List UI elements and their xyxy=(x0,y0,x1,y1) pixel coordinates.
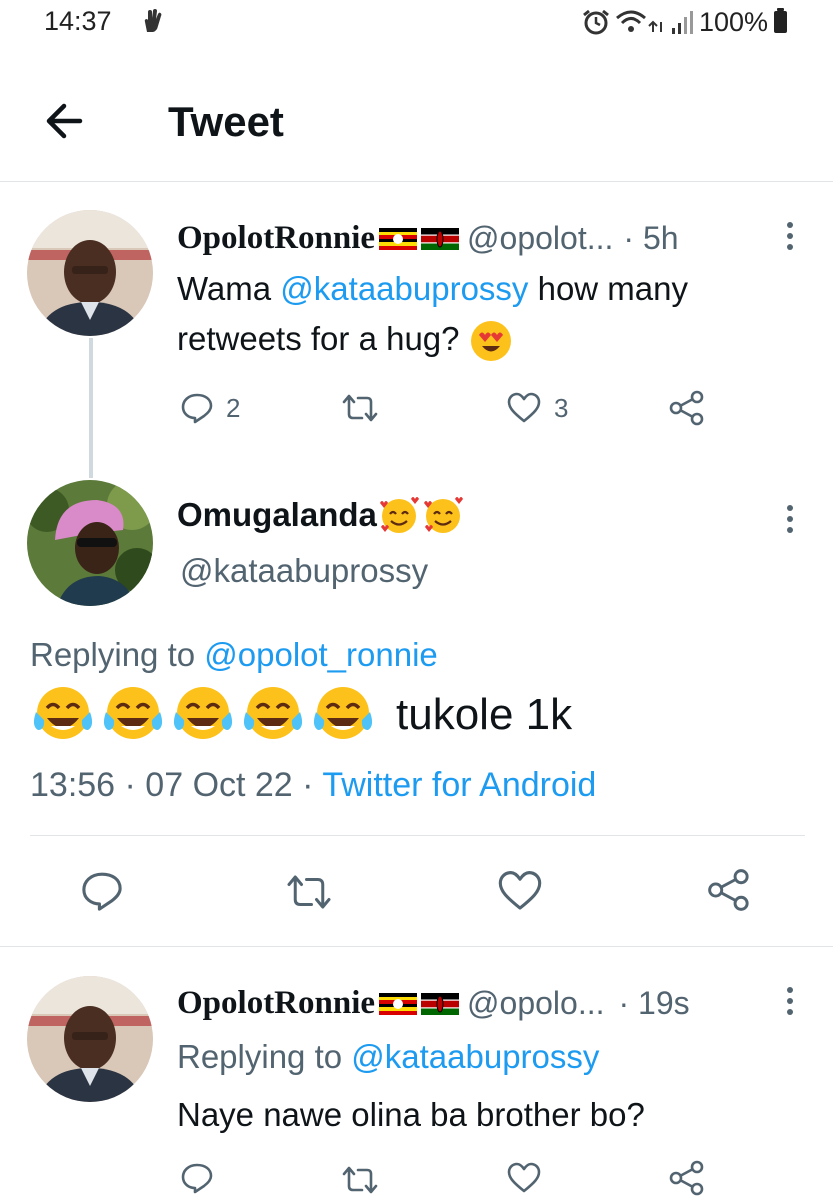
tweet-text-part: Wama xyxy=(177,270,281,307)
kenya-flag-icon xyxy=(421,227,460,250)
hand-icon xyxy=(144,9,162,32)
more-vertical-icon[interactable] xyxy=(785,503,795,535)
like-button[interactable] xyxy=(496,870,544,912)
display-name[interactable]: Omugalanda xyxy=(177,496,377,534)
tweet-meta: 13:56 · 07 Oct 22 · Twitter for Android xyxy=(30,760,596,810)
tears-of-joy-emoji-icon xyxy=(243,687,303,739)
heart-icon xyxy=(507,392,541,423)
share-icon xyxy=(708,869,749,911)
mention-link[interactable]: @kataabuprossy xyxy=(280,270,528,307)
avatar[interactable] xyxy=(27,976,153,1102)
alarm-icon xyxy=(583,9,609,35)
tweet-timestamp: 13:56 · 07 Oct 22 · xyxy=(30,766,323,804)
uganda-flag-icon xyxy=(379,227,418,250)
tweet-text: Naye nawe olina ba brother bo? xyxy=(177,1096,645,1133)
tweet-header: OpolotRonnie @opolot... · 5h xyxy=(177,220,679,257)
tweet-source-link[interactable]: Twitter for Android xyxy=(322,766,596,804)
kenya-flag-icon xyxy=(421,992,460,1015)
battery-percent: 100% xyxy=(698,6,768,37)
heart-icon xyxy=(507,1162,541,1193)
replying-to: Replying to @kataabuprossy xyxy=(177,1032,599,1082)
tweet-time: · 5h xyxy=(623,220,679,256)
tweet-header: OpolotRonnie @opolo... · 19s xyxy=(177,985,690,1022)
retweet-button[interactable] xyxy=(284,872,334,912)
reply-count: 2 xyxy=(226,392,241,423)
status-icons: 100% xyxy=(581,6,787,38)
tweet-time: · 19s xyxy=(618,985,690,1021)
replying-mention[interactable]: @opolot_ronnie xyxy=(204,636,438,673)
more-vertical-icon[interactable] xyxy=(785,985,795,1017)
status-time: 14:37 xyxy=(44,6,112,36)
smiling-face-with-hearts-icon xyxy=(423,497,463,533)
share-icon xyxy=(669,1160,704,1196)
username[interactable]: @kataabuprossy xyxy=(180,546,428,596)
username[interactable]: @opolot... xyxy=(467,220,613,257)
replying-mention[interactable]: @kataabuprossy xyxy=(351,1038,599,1075)
replying-to: Replying to @opolot_ronnie xyxy=(30,630,438,680)
more-vertical-icon[interactable] xyxy=(785,220,795,252)
uganda-flag-icon xyxy=(379,992,418,1015)
retweet-icon xyxy=(342,394,378,422)
replying-label: Replying to xyxy=(177,1038,352,1075)
share-button[interactable] xyxy=(706,868,752,912)
display-name[interactable]: OpolotRonnie xyxy=(177,985,375,1022)
tweet-text: tukole 1k xyxy=(396,690,573,739)
page-title: Tweet xyxy=(168,98,284,145)
retweet-icon xyxy=(342,1166,378,1194)
retweet-button[interactable] xyxy=(340,1164,380,1196)
avatar[interactable] xyxy=(27,480,153,606)
header-divider xyxy=(0,181,833,182)
focused-divider xyxy=(0,946,833,947)
tweet-text-part: how many xyxy=(528,270,689,307)
tweet-text-part: retweets for a hug? xyxy=(177,320,460,357)
replying-label: Replying to xyxy=(30,636,205,673)
tweet-header: Omugalanda xyxy=(177,495,465,535)
tweet-text: Wama @kataabuprossy how many retweets fo… xyxy=(177,264,688,364)
battery-icon xyxy=(774,8,787,33)
wifi-icon xyxy=(615,10,662,32)
reply-button[interactable]: 2 xyxy=(180,392,240,424)
reply-button[interactable] xyxy=(180,1162,214,1194)
arrow-left-icon[interactable] xyxy=(40,98,92,144)
tears-of-joy-emoji-icon xyxy=(313,687,373,739)
avatar[interactable] xyxy=(27,210,153,336)
username[interactable]: @opolo... xyxy=(467,985,604,1022)
reply-icon xyxy=(181,1163,213,1194)
meta-divider xyxy=(30,835,805,836)
like-button[interactable]: 3 xyxy=(506,392,568,424)
reply-icon xyxy=(82,872,122,911)
like-button[interactable] xyxy=(506,1162,542,1194)
share-button[interactable] xyxy=(668,1160,706,1196)
heart-icon xyxy=(498,871,542,910)
status-bar: 14:37 100% xyxy=(0,0,833,44)
display-name[interactable]: OpolotRonnie xyxy=(177,220,375,257)
reply-icon xyxy=(181,393,213,424)
share-button[interactable] xyxy=(668,390,706,426)
heart-eyes-emoji-icon xyxy=(470,321,511,362)
signal-icon xyxy=(671,11,693,34)
tears-of-joy-emoji-icon xyxy=(173,687,233,739)
smiling-face-with-hearts-icon xyxy=(379,497,419,533)
retweet-button[interactable] xyxy=(340,392,380,424)
like-count: 3 xyxy=(554,392,569,423)
tears-of-joy-emoji-icon xyxy=(103,687,163,739)
share-icon xyxy=(669,390,704,426)
retweet-icon xyxy=(287,875,331,909)
tweet-main-text: tukole 1k xyxy=(30,682,572,748)
tears-of-joy-emoji-icon xyxy=(33,687,93,739)
top-app-bar: Tweet xyxy=(0,62,833,180)
reply-button[interactable] xyxy=(80,870,124,912)
thread-connector xyxy=(89,338,93,478)
